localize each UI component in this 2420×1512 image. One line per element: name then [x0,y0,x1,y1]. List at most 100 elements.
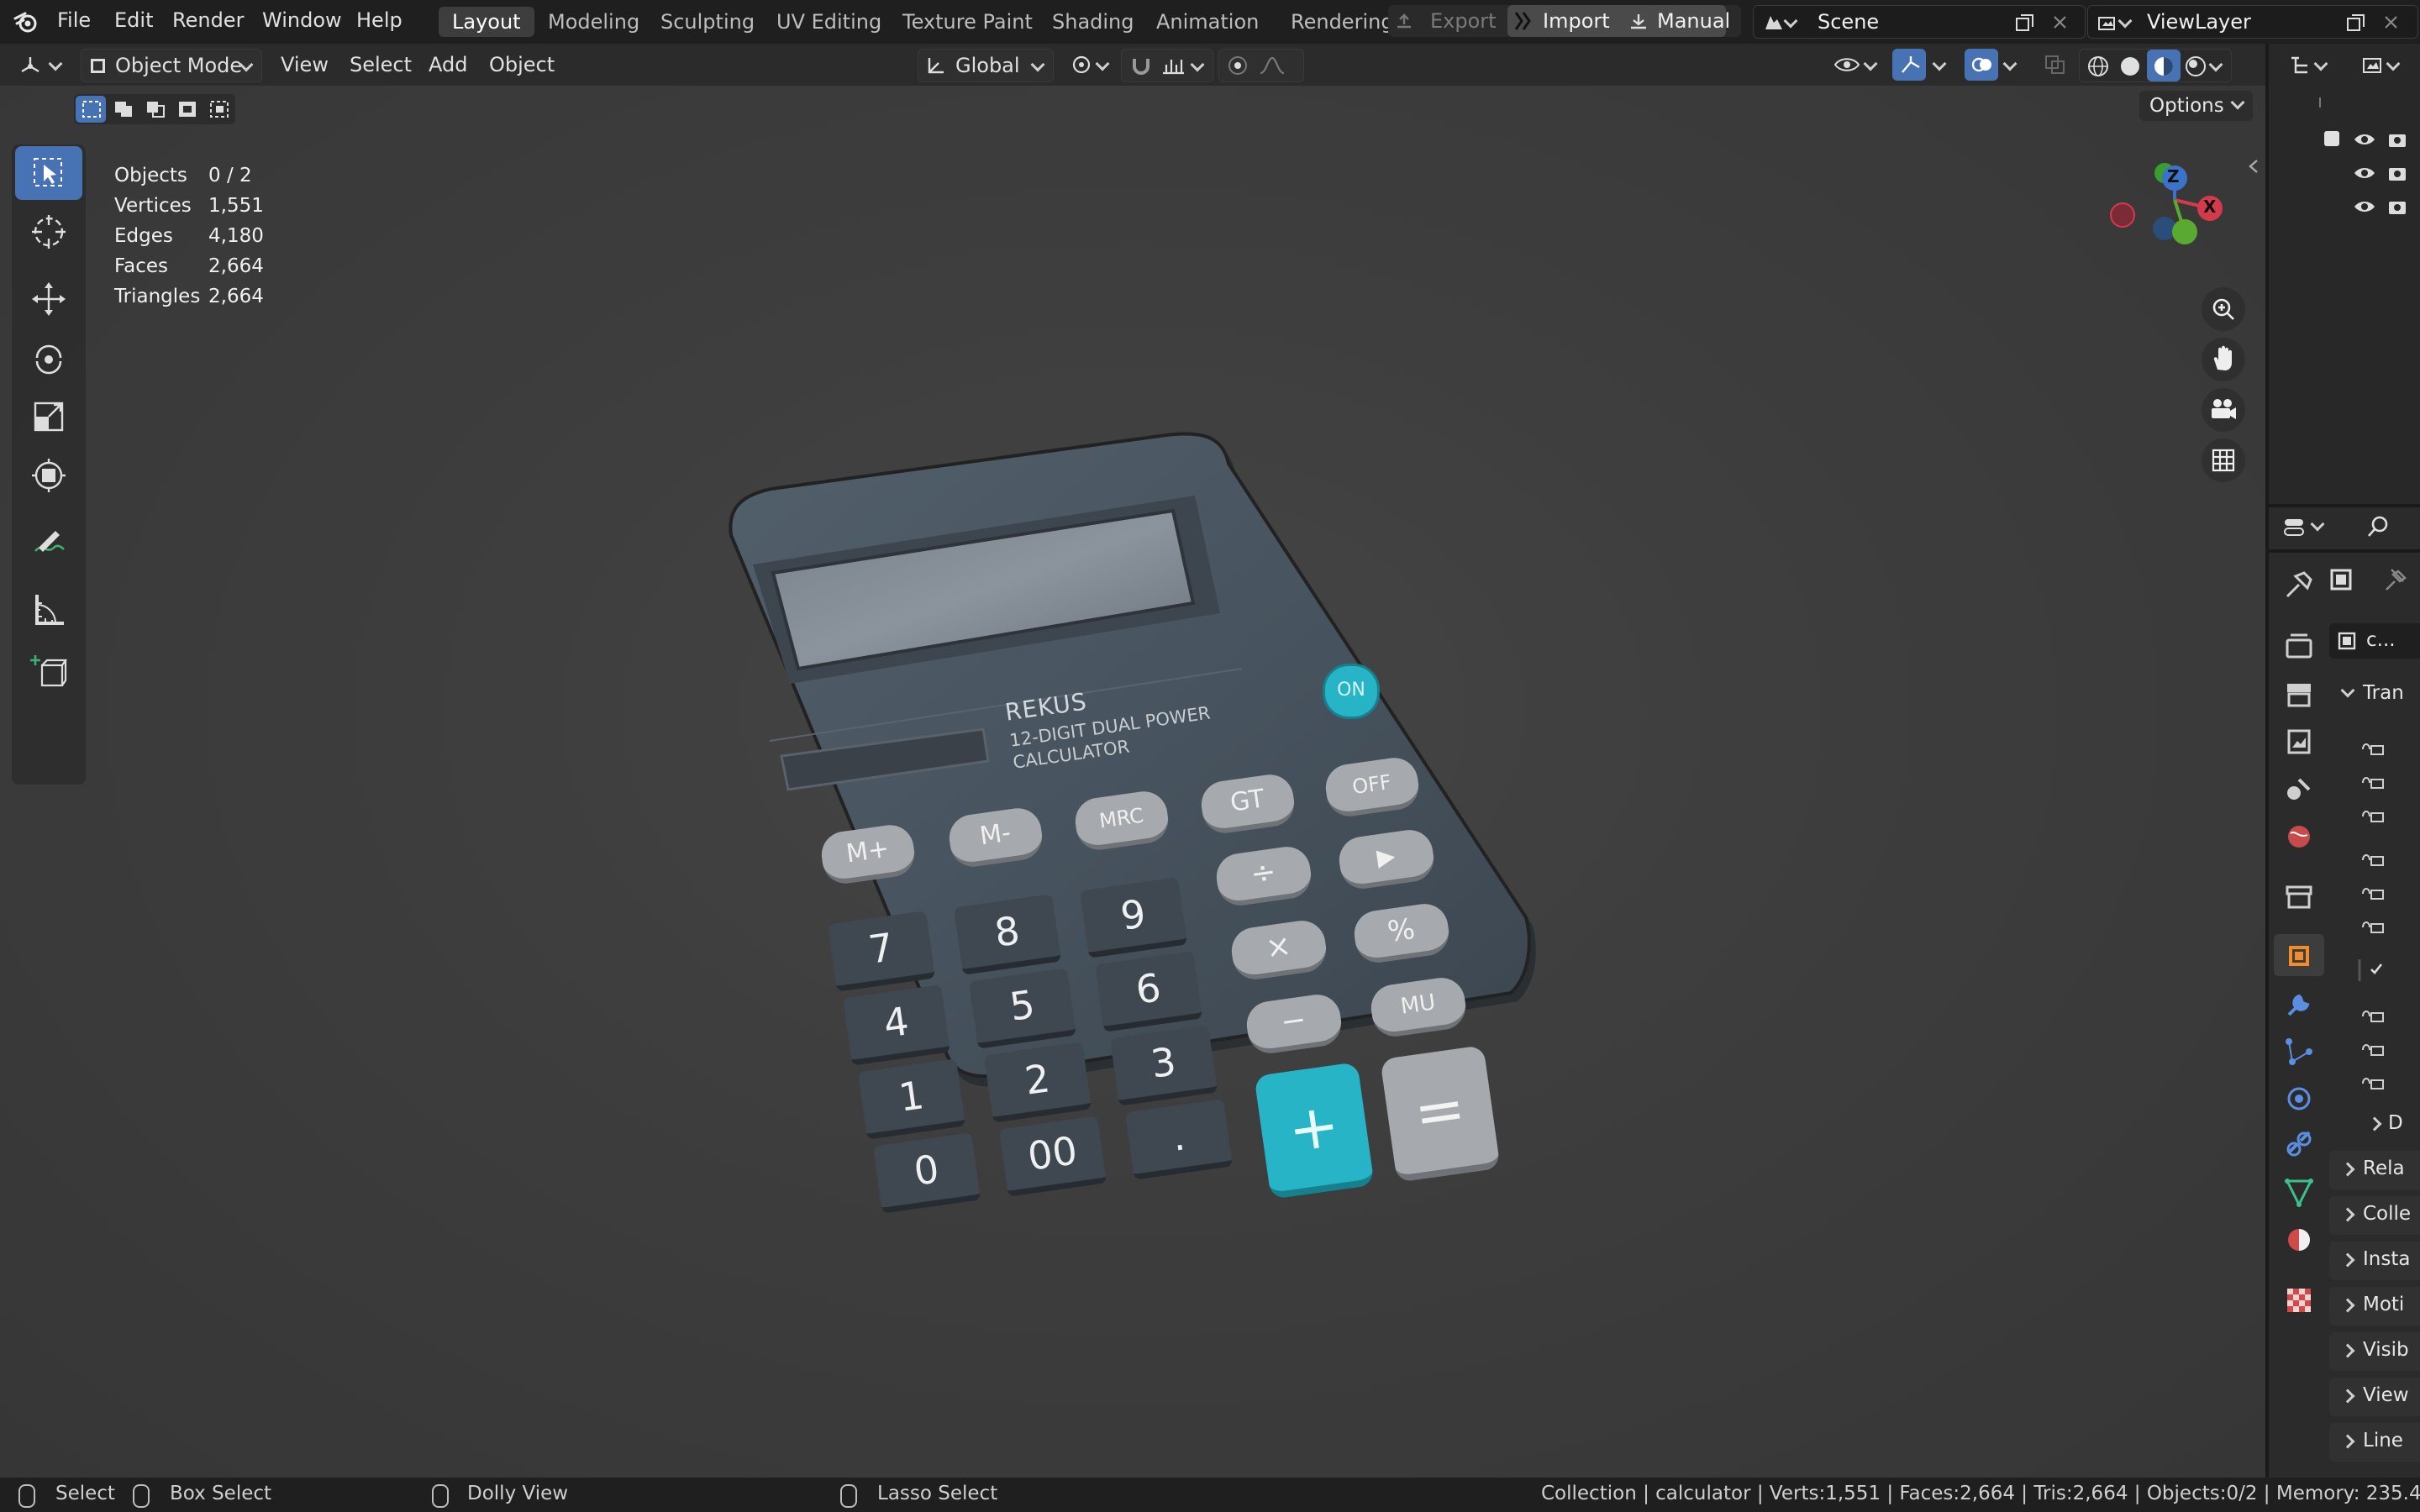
delete-scene-icon[interactable] [2051,14,2070,31]
constraints-tab-icon[interactable] [2281,1127,2317,1164]
outliner-row[interactable] [2269,156,2420,190]
tab-texture-paint[interactable]: Texture Paint [889,7,1046,37]
gizmo-toggle[interactable] [1891,49,1953,81]
section-visibility[interactable]: Visib [2329,1332,2420,1371]
proportional-editing-icon[interactable] [1226,55,1249,76]
calculator-key-3[interactable]: 3 [1109,1025,1218,1106]
menu-render[interactable]: Render [172,8,244,32]
calculator-on-key[interactable]: ON [1323,664,1380,719]
texture-tab-icon[interactable] [2281,1282,2317,1319]
zoom-button[interactable] [2202,287,2245,331]
calculator-key-4[interactable]: 4 [842,984,951,1066]
render-camera-icon[interactable] [2386,197,2408,217]
scene-selector[interactable]: Scene [1753,5,2086,39]
outliner-filter[interactable] [2361,50,2413,81]
wireframe-shading-icon[interactable] [2086,55,2110,78]
new-view-layer-icon[interactable] [2345,13,2367,33]
calculator-key-9[interactable]: 9 [1079,877,1188,958]
tab-sculpting[interactable]: Sculpting [647,7,768,37]
visibility-eye-icon[interactable] [2353,131,2376,148]
calculator-equals-key[interactable]: = [1380,1045,1501,1183]
select-new-icon[interactable] [81,99,103,119]
tool-settings-tab-icon[interactable] [2281,568,2317,605]
calculator-key-00[interactable]: 00 [998,1116,1107,1197]
options-button[interactable]: Options [2139,91,2253,121]
falloff-curve-icon[interactable] [1258,55,1286,76]
calculator-key-2[interactable]: 2 [983,1042,1092,1123]
particles-tab-icon[interactable] [2281,1033,2317,1070]
calculator-key-0[interactable]: 0 [872,1132,981,1214]
menu-add[interactable]: Add [429,49,467,81]
sidebar-collapse-icon[interactable] [2247,158,2260,175]
tab-animation[interactable]: Animation [1143,7,1272,37]
menu-help[interactable]: Help [356,8,402,32]
scene-name[interactable]: Scene [1818,6,1879,38]
select-intersect-icon[interactable] [208,99,230,119]
calculator-plus-key[interactable]: + [1254,1062,1375,1200]
modifier-tab-icon[interactable] [2281,986,2317,1023]
ortho-toggle-button[interactable] [2202,438,2245,482]
material-tab-icon[interactable] [2281,1221,2317,1258]
delete-view-layer-icon[interactable] [2382,14,2401,31]
camera-view-button[interactable] [2202,388,2245,432]
menu-file[interactable]: File [57,8,91,32]
outliner-display-mode[interactable] [2289,50,2341,81]
section-transform[interactable]: Tran [2329,675,2420,714]
snap-group[interactable] [1121,49,1213,82]
view-layer-tab-icon[interactable] [2281,724,2317,761]
exclude-checkbox[interactable] [2324,131,2339,146]
render-tab-icon[interactable] [2281,628,2317,665]
rendered-shading-icon[interactable] [2184,55,2207,78]
tool-measure[interactable] [15,583,82,637]
select-subtract-icon[interactable] [145,99,166,119]
tab-layout[interactable]: Layout [439,7,534,37]
calculator-key-decimal[interactable]: . [1124,1099,1234,1180]
overlays-toggle[interactable] [1963,49,2022,81]
tool-cursor[interactable] [15,205,82,259]
editor-type-button[interactable] [12,49,71,81]
new-scene-icon[interactable] [2014,13,2036,33]
tool-transform[interactable] [15,449,82,502]
object-mode-select[interactable]: Object Mode [81,49,262,82]
properties-search-icon[interactable] [2366,514,2391,539]
tool-select-box[interactable] [15,146,82,200]
section-collections[interactable]: Colle [2329,1196,2420,1235]
snap-increment-icon[interactable] [1160,55,1187,76]
solid-shading-icon[interactable] [2118,55,2142,78]
select-difference-icon[interactable] [176,99,198,119]
tab-shading[interactable]: Shading [1039,7,1148,37]
import-button[interactable]: Import [1543,5,1610,37]
object-tab-icon[interactable] [2281,937,2317,974]
3d-viewport[interactable]: Objects 0 / 2 Vertices 1,551 Edges 4,180… [0,86,2265,1478]
calculator-key-1[interactable]: 1 [857,1058,966,1140]
export-button[interactable]: Export [1430,5,1497,37]
calculator-key-6[interactable]: 6 [1094,951,1203,1032]
tool-scale[interactable] [15,390,82,444]
tab-uv-editing[interactable]: UV Editing [763,7,895,37]
tool-rotate[interactable] [15,331,82,385]
visibility-eye-icon[interactable] [2353,198,2376,215]
calculator-key-8[interactable]: 8 [953,894,1062,975]
tool-annotate[interactable] [15,517,82,571]
pin-icon[interactable] [2383,566,2408,593]
snap-magnet-icon[interactable] [1128,55,1154,76]
scene-tab-icon[interactable] [2281,771,2317,808]
view-layer-name[interactable]: ViewLayer [2147,6,2251,38]
menu-view[interactable]: View [281,49,329,81]
data-tab-icon[interactable] [2281,1174,2317,1211]
outliner-row[interactable] [2269,123,2420,156]
navigation-gizmo[interactable] [2091,160,2242,269]
world-tab-icon[interactable] [2281,818,2317,855]
calculator-key-5[interactable]: 5 [968,968,1077,1049]
section-viewport-display[interactable]: View [2329,1378,2420,1416]
menu-edit[interactable]: Edit [114,8,153,32]
properties-editor-type[interactable] [2279,511,2333,543]
physics-tab-icon[interactable] [2281,1080,2317,1117]
view-layer-selector[interactable]: ViewLayer [2087,5,2418,39]
collection-tab-icon[interactable] [2281,879,2317,916]
tool-add-cube[interactable] [15,645,82,699]
tool-move[interactable] [15,272,82,326]
menu-object[interactable]: Object [489,49,555,81]
proportional-editing-group[interactable] [1218,49,1304,82]
calculator-key-7[interactable]: 7 [827,911,936,992]
